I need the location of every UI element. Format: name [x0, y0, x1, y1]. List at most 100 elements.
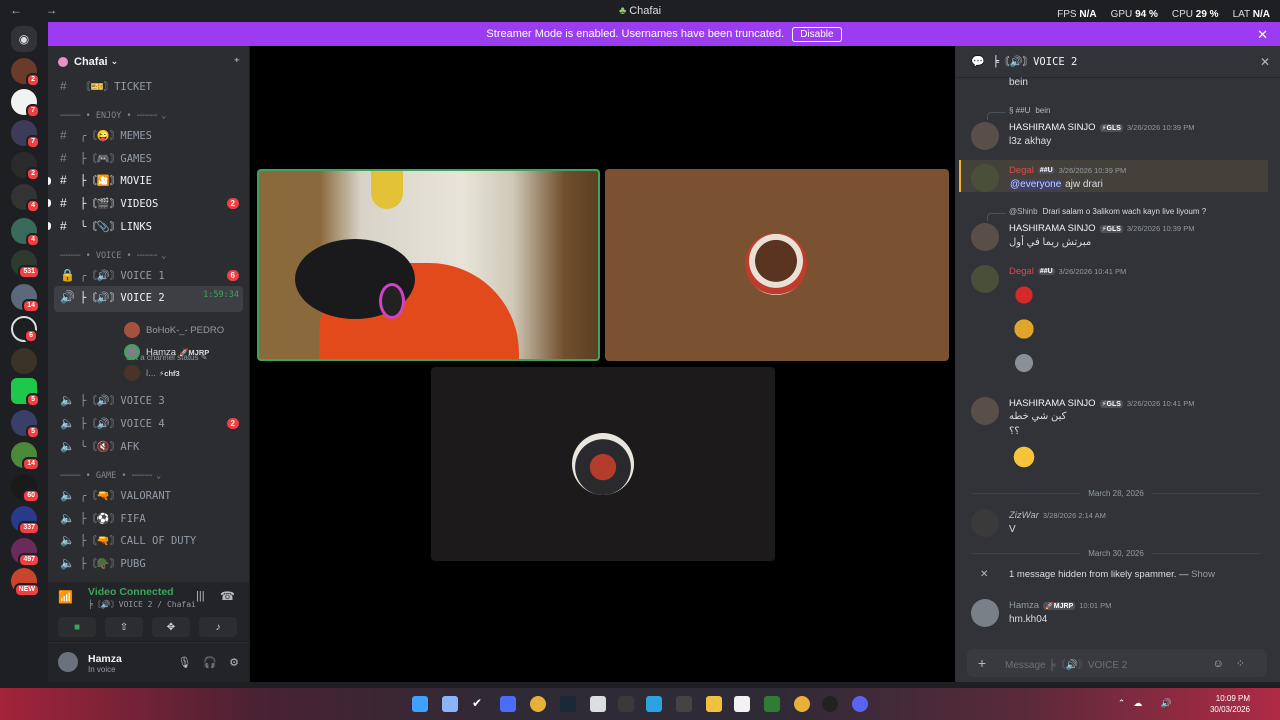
server-icon[interactable]: 4 — [11, 218, 40, 247]
plus-icon[interactable]: + — [967, 655, 997, 671]
reply-preview[interactable]: § ##U bein — [986, 106, 1050, 120]
server-icon[interactable]: 497 — [11, 538, 40, 567]
server-icon[interactable]: 337 — [11, 506, 40, 535]
app-icon[interactable] — [676, 696, 692, 712]
category-voice[interactable]: ╌╌╌╌ • VOICE • ╌╌╌╌ ⌄ — [60, 248, 241, 264]
emoji-picker-icons[interactable]: ☺⁘ — [1213, 657, 1267, 670]
server-icon[interactable]: 7 — [11, 120, 40, 149]
lat-stat: LAT N/A — [1232, 9, 1270, 20]
server-icon[interactable]: NEW — [11, 568, 40, 597]
gpu-stat: GPU 94 % — [1110, 9, 1158, 20]
server-icon[interactable]: 2 — [11, 58, 40, 87]
server-icon[interactable]: 7 — [11, 89, 40, 118]
channel-voice-2[interactable]: 🔊 ├〘🔊〙VOICE 2 1:59:34 — [54, 286, 243, 312]
search-icon[interactable] — [734, 696, 750, 712]
server-icon[interactable]: 531 — [11, 250, 40, 279]
avatar[interactable] — [971, 164, 999, 192]
video-tile-camera[interactable] — [257, 169, 600, 361]
noise-suppression-icon[interactable]: ||| — [196, 590, 205, 602]
server-icon[interactable]: 14 — [11, 284, 40, 313]
steam-icon[interactable] — [560, 696, 576, 712]
gear-icon[interactable]: ⚙ — [229, 656, 239, 669]
avatar[interactable] — [971, 265, 999, 293]
channel-links[interactable]: # ╰〘📎〙LINKS — [54, 215, 243, 237]
channel-ticket[interactable]: # 〘🎫〙TICKET — [54, 75, 243, 97]
disconnect-icon[interactable]: ☎ — [220, 589, 235, 603]
channel-valorant[interactable]: 🔈 ╭〘🔫〙VALORANT — [54, 484, 243, 506]
app-icon[interactable] — [764, 696, 780, 712]
avatar[interactable] — [971, 397, 999, 425]
message-input[interactable]: + Message ╞〘🔊〙VOICE 2 ☺⁘ — [967, 649, 1267, 677]
avatar[interactable] — [971, 599, 999, 627]
voice-user[interactable]: Hamza🚀MJRP■ — [124, 342, 281, 362]
channel-movie[interactable]: # ├〘🎦〙MOVIE — [54, 169, 243, 191]
soundboard-button[interactable]: ♪ — [199, 617, 237, 637]
server-icon[interactable]: 2 — [11, 152, 40, 181]
perf-overlay: FPS N/A GPU 94 % CPU 29 % LAT N/A — [1057, 9, 1270, 20]
channel-afk[interactable]: 🔈 ╰〘🔇〙AFK — [54, 435, 243, 457]
app-icon[interactable] — [590, 696, 606, 712]
channel-fifa[interactable]: 🔈 ├〘⚽〙FIFA — [54, 507, 243, 529]
activities-button[interactable]: ✥ — [152, 617, 190, 637]
voice-status-title[interactable]: Video Connected — [88, 586, 174, 598]
category-enjoy[interactable]: ╌╌╌╌ • ENJOY • ╌╌╌╌ ⌄ — [60, 108, 241, 124]
close-icon[interactable]: ✕ — [980, 569, 988, 580]
chrome-icon[interactable] — [794, 696, 810, 712]
reply-preview[interactable]: @Shinb Drari salam o 3alikom wach kayn li… — [986, 207, 1206, 221]
voice-status-channel[interactable]: ╞〘🔊〙VOICE 2 / Chafai — [88, 599, 196, 610]
server-icon[interactable]: 4 — [11, 184, 40, 213]
discord-home-icon[interactable]: ◉ — [11, 26, 37, 52]
clock[interactable]: 10:09 PM 30/03/2026 — [1210, 693, 1250, 715]
everyone-mention[interactable]: @everyone — [1009, 179, 1063, 190]
channel-call-of-duty[interactable]: 🔈 ├〘🔫〙CALL OF DUTY — [54, 529, 243, 551]
server-icon[interactable]: 6 — [11, 316, 38, 343]
headphones-icon[interactable]: 🎧 — [203, 656, 217, 669]
chevron-down-icon: ⌄ — [156, 471, 162, 481]
speaker-icon: 🔈 — [60, 511, 75, 525]
channel-videos[interactable]: # ├〘🎬〙VIDEOS 2 — [54, 192, 243, 214]
close-icon[interactable]: ✕ — [1260, 55, 1270, 69]
server-header[interactable]: Chafai ⌄ ⁺ — [48, 46, 249, 77]
server-icon[interactable]: 5 — [11, 410, 40, 439]
show-link[interactable]: Show — [1191, 569, 1215, 580]
voice-user[interactable]: BoHoK-_- PEDRO — [124, 320, 224, 340]
channel-voice-3[interactable]: 🔈 ├〘🔊〙VOICE 3 — [54, 389, 243, 411]
banner-text: Streamer Mode is enabled. Usernames have… — [486, 28, 785, 40]
channel-memes[interactable]: # ╭〘😜〙MEMES — [54, 124, 243, 146]
category-game[interactable]: ╌╌╌╌ • GAME • ╌╌╌╌ ⌄ — [60, 468, 241, 484]
channel-voice-4[interactable]: 🔈 ├〘🔊〙VOICE 42 — [54, 412, 243, 434]
server-icon[interactable]: 14 — [11, 442, 40, 471]
video-tile-avatar[interactable] — [605, 169, 949, 361]
invite-icon[interactable]: ⁺ — [234, 55, 240, 69]
microphone-icon[interactable]: 🎙 — [177, 656, 191, 669]
avatar[interactable] — [971, 122, 999, 150]
unread-indicator — [48, 222, 51, 230]
server-icon[interactable]: 60 — [11, 474, 40, 503]
channel-games[interactable]: # ├〘🎮〙GAMES — [54, 147, 243, 169]
disable-button[interactable]: Disable — [792, 26, 842, 42]
video-tile-avatar[interactable] — [431, 367, 775, 561]
server-icon[interactable]: 5 — [11, 378, 40, 407]
app-icon[interactable] — [500, 696, 516, 712]
server-icon[interactable] — [11, 348, 37, 374]
chrome-icon[interactable] — [530, 696, 546, 712]
telegram-icon[interactable] — [646, 696, 662, 712]
voice-user[interactable]: l... ⚡chf3 — [124, 363, 180, 383]
avatar[interactable] — [971, 509, 999, 537]
obs-icon[interactable] — [822, 696, 838, 712]
video-camera-button[interactable]: ■ — [58, 617, 96, 637]
start-icon[interactable] — [412, 696, 428, 712]
close-icon[interactable]: ✕ — [1257, 27, 1268, 43]
signal-icon[interactable]: 📶 — [58, 590, 73, 604]
channel-voice-1[interactable]: 🔒 ╭〘🔊〙VOICE 16 — [54, 264, 243, 286]
avatar[interactable] — [971, 223, 999, 251]
terminal-icon[interactable] — [618, 696, 634, 712]
system-tray[interactable]: ⌃☁ 🔊 — [1118, 698, 1180, 709]
channel-pubg[interactable]: 🔈 ├〘🪖〙PUBG — [54, 552, 243, 574]
file-explorer-icon[interactable] — [706, 696, 722, 712]
checkmark-app-icon[interactable]: ✔ — [472, 696, 488, 712]
screen-share-button[interactable]: ⇧ — [105, 617, 143, 637]
avatar[interactable] — [58, 652, 78, 672]
task-view-icon[interactable] — [442, 696, 458, 712]
discord-icon[interactable] — [852, 696, 868, 712]
